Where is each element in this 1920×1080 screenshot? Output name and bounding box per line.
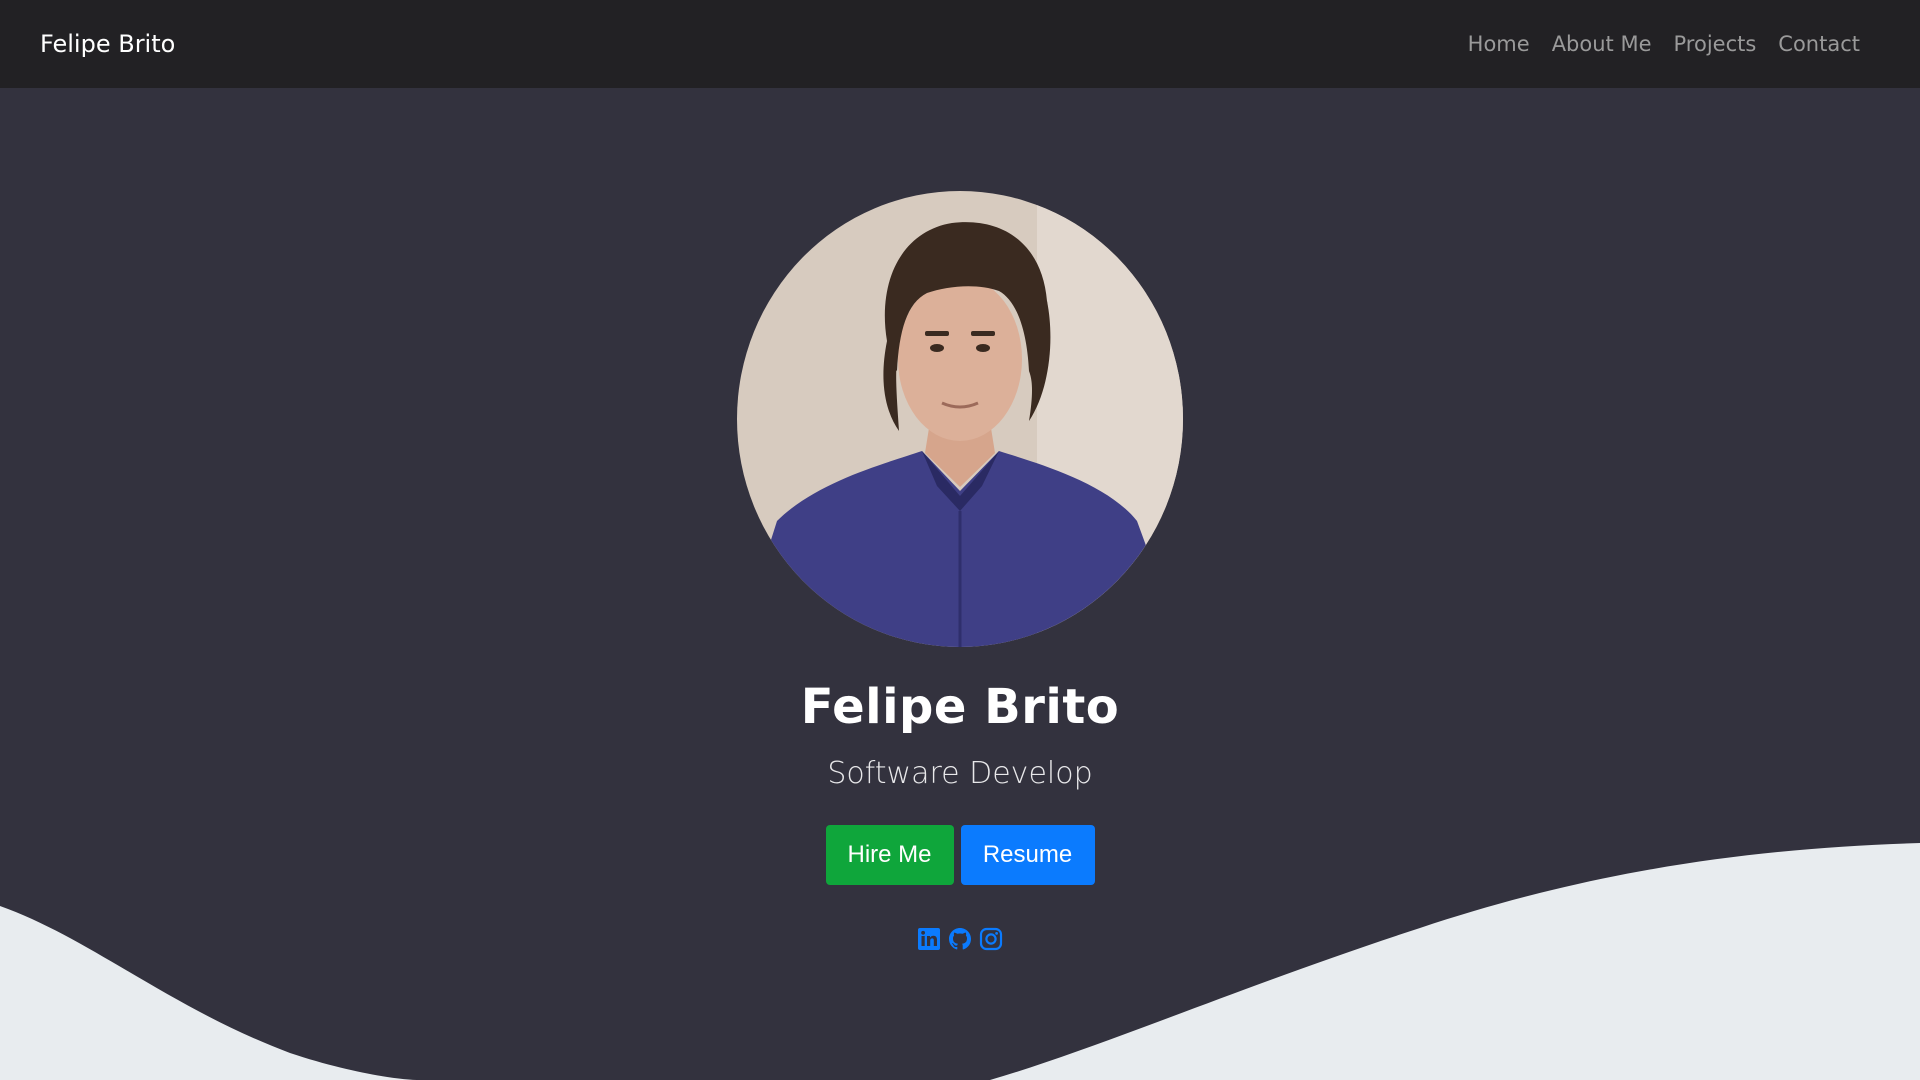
resume-button[interactable]: Resume — [960, 824, 1095, 885]
nav-link-about-me[interactable]: About Me — [1552, 32, 1652, 56]
linkedin-icon[interactable] — [917, 927, 941, 951]
instagram-icon[interactable] — [979, 927, 1003, 951]
hero-content: Felipe Brito Software Develop Hire Me Re… — [0, 88, 1920, 951]
nav-link-home[interactable]: Home — [1468, 32, 1530, 56]
nav-link-projects[interactable]: Projects — [1674, 32, 1757, 56]
profile-photo — [737, 191, 1183, 647]
social-links — [917, 927, 1003, 951]
hire-me-button[interactable]: Hire Me — [825, 824, 954, 885]
github-icon[interactable] — [948, 927, 972, 951]
brand-link[interactable]: Felipe Brito — [40, 30, 175, 58]
hero-buttons: Hire Me Resume — [825, 824, 1095, 885]
navbar: Felipe Brito Home About Me Projects Cont… — [0, 0, 1920, 88]
nav-link-contact[interactable]: Contact — [1778, 32, 1860, 56]
hero-name: Felipe Brito — [800, 679, 1120, 735]
nav-links: Home About Me Projects Contact — [1468, 32, 1860, 56]
hero-subtitle: Software Develop — [827, 755, 1093, 791]
hero-section: Felipe Brito Software Develop Hire Me Re… — [0, 88, 1920, 1080]
